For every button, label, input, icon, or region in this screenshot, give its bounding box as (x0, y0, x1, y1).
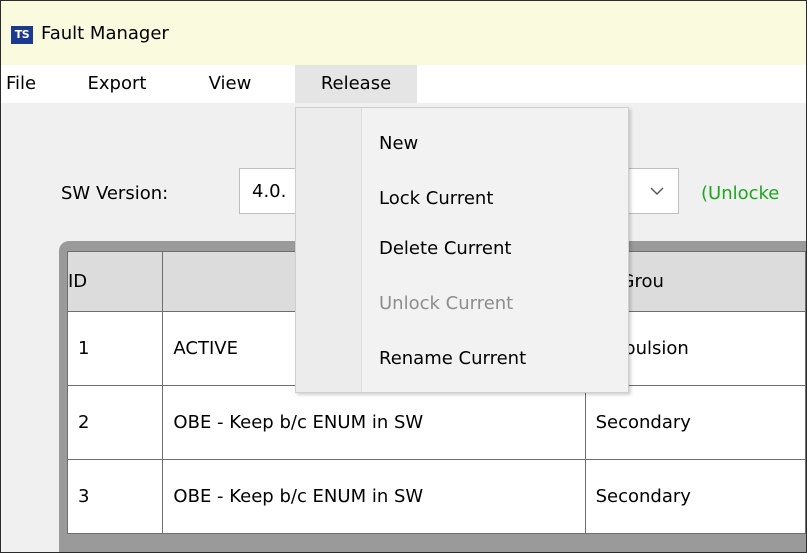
menu-view[interactable]: View (175, 65, 285, 103)
table-row[interactable]: 3 OBE - Keep b/c ENUM in SW Secondary (66, 459, 806, 534)
menu-bar: File Export View Release (1, 65, 806, 103)
chevron-down-icon[interactable] (636, 169, 678, 213)
lock-status-text: (Unlocke (701, 183, 780, 204)
sw-version-value: 4.0. (252, 181, 287, 202)
app-logo-icon: TS (11, 26, 33, 44)
menu-export[interactable]: Export (67, 65, 167, 103)
menu-item-delete-current[interactable]: Delete Current (379, 236, 511, 262)
title-bar[interactable]: TS Fault Manager (1, 1, 806, 65)
release-dropdown-menu: New Lock Current Delete Current Unlock C… (295, 107, 629, 393)
column-header-id[interactable]: ID (66, 251, 164, 312)
menu-release[interactable]: Release (295, 65, 417, 103)
sw-version-label: SW Version: (61, 183, 169, 204)
menu-item-rename-current[interactable]: Rename Current (379, 346, 526, 372)
menu-item-lock-current[interactable]: Lock Current (379, 186, 493, 212)
window-title: Fault Manager (41, 23, 169, 44)
cell-name[interactable]: OBE - Keep b/c ENUM in SW (162, 459, 586, 534)
app-window: TS Fault Manager File Export View Releas… (0, 0, 807, 553)
cell-sw-group[interactable]: Secondary (584, 385, 806, 460)
menu-item-unlock-current: Unlock Current (379, 293, 514, 314)
menu-icon-gutter (296, 108, 362, 392)
cell-name[interactable]: OBE - Keep b/c ENUM in SW (162, 385, 586, 460)
cell-id[interactable]: 1 (66, 311, 164, 386)
cell-id[interactable]: 3 (66, 459, 164, 534)
menu-file[interactable]: File (1, 65, 41, 103)
menu-item-new[interactable]: New (379, 131, 418, 157)
cell-id[interactable]: 2 (66, 385, 164, 460)
table-row[interactable]: 2 OBE - Keep b/c ENUM in SW Secondary (66, 385, 806, 460)
cell-sw-group[interactable]: Secondary (584, 459, 806, 534)
